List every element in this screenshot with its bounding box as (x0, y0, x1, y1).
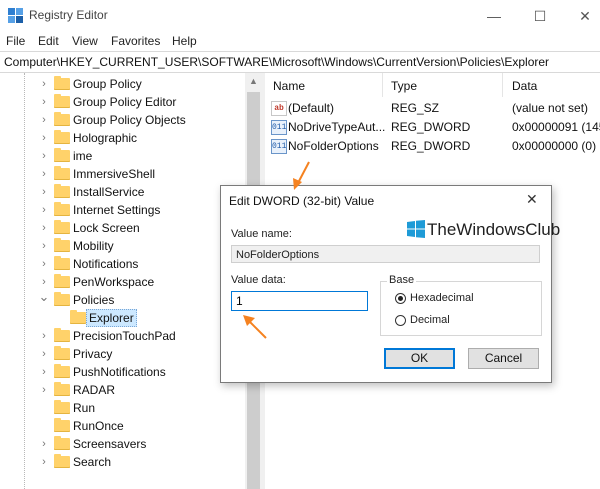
annotation-arrows (243, 161, 310, 339)
arrow-to-value-data (243, 315, 267, 339)
arrow-to-dialog-title (293, 161, 310, 190)
